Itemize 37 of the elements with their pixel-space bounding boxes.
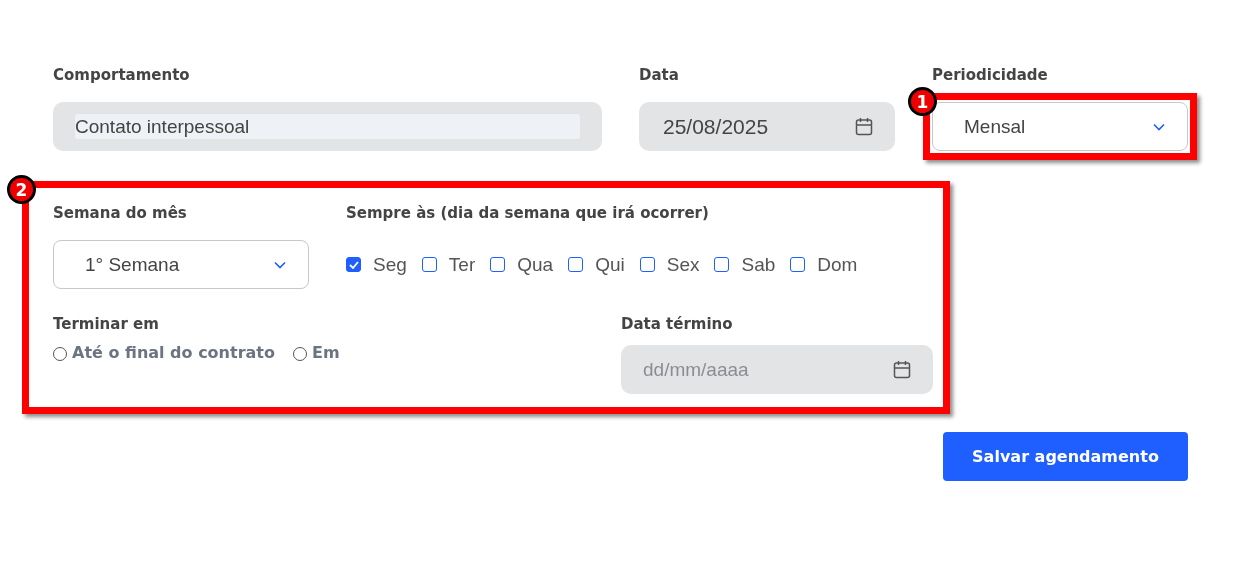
checkbox[interactable] bbox=[639, 257, 655, 272]
chevron-down-icon bbox=[274, 260, 286, 269]
weekday-label: Dom bbox=[817, 253, 858, 276]
calendar-icon[interactable] bbox=[855, 117, 873, 136]
field-label: Periodicidade bbox=[932, 65, 1049, 86]
save-button[interactable]: Salvar agendamento bbox=[943, 432, 1188, 481]
calendar-icon[interactable] bbox=[893, 360, 911, 379]
weekday-label: Qua bbox=[517, 253, 554, 276]
callout-badge: 2 bbox=[7, 175, 36, 204]
chevron-down-icon bbox=[1153, 122, 1165, 131]
radio-button[interactable] bbox=[293, 347, 307, 361]
field-label: Data bbox=[639, 65, 680, 86]
field-label: Sempre às (dia da semana que irá ocorrer) bbox=[346, 203, 710, 224]
radio-button[interactable] bbox=[53, 347, 67, 361]
checkbox[interactable] bbox=[790, 257, 806, 272]
weekday-label: Sab bbox=[741, 253, 776, 276]
field-label: Semana do mês bbox=[53, 203, 188, 224]
checkbox[interactable] bbox=[490, 257, 506, 272]
field-label: Comportamento bbox=[53, 65, 191, 86]
weekday-label: Qui bbox=[595, 253, 625, 276]
dropdown[interactable]: Mensal bbox=[932, 102, 1188, 151]
dropdown[interactable]: 1° Semana bbox=[53, 240, 309, 289]
radio-label: Até o final do contrato bbox=[72, 343, 275, 362]
field-label: Terminar em bbox=[53, 314, 160, 335]
field-placeholder: dd/mm/aaaa bbox=[643, 358, 749, 381]
callout-badge: 1 bbox=[908, 87, 937, 116]
weekday-label: Ter bbox=[448, 253, 476, 276]
checkbox[interactable] bbox=[568, 257, 584, 272]
field-label: Data término bbox=[621, 314, 734, 335]
weekday-label: Sex bbox=[666, 253, 700, 276]
checkbox[interactable] bbox=[714, 257, 730, 272]
weekday-label: Seg bbox=[373, 253, 407, 276]
text-field[interactable]: Contato interpessoal bbox=[75, 114, 580, 139]
checkbox[interactable] bbox=[346, 257, 361, 272]
radio-label: Em bbox=[312, 343, 340, 362]
date-field[interactable]: 25/08/2025 bbox=[639, 102, 895, 151]
checkbox[interactable] bbox=[421, 257, 437, 272]
